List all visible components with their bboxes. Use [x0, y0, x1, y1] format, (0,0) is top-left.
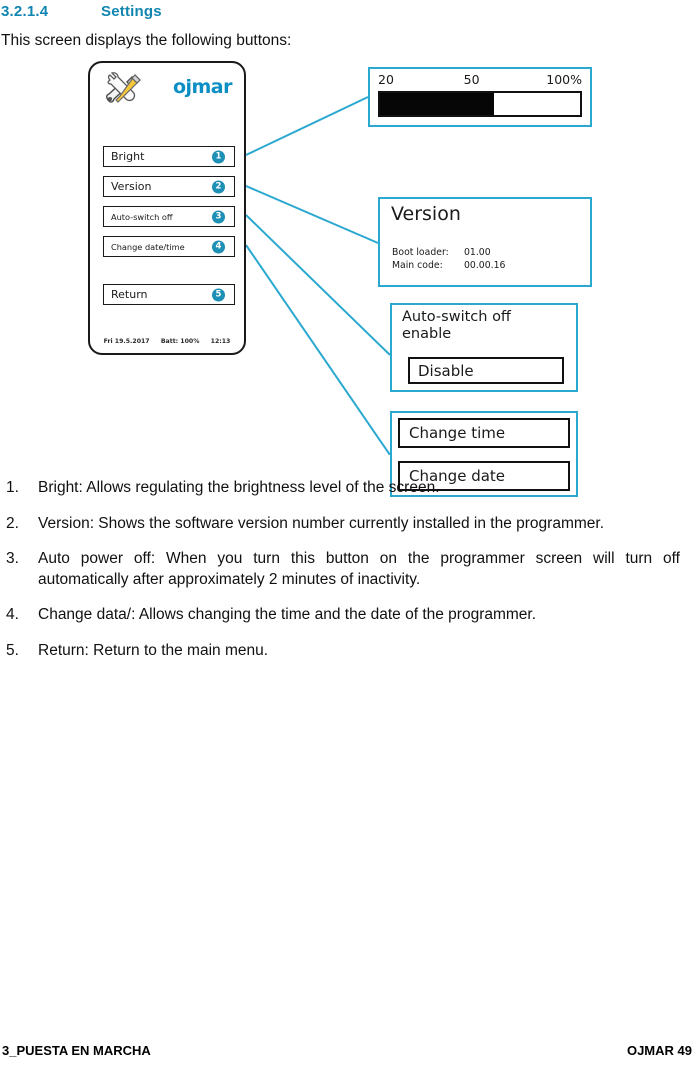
- list-item-text: Bright: Allows regulating the brightness…: [38, 479, 440, 496]
- list-item: 1. Bright: Allows regulating the brightn…: [0, 478, 680, 499]
- footer-left-label: 3_PUESTA EN MARCHA: [2, 1043, 151, 1058]
- device-menu-label: Bright: [111, 150, 145, 163]
- brightness-label-mid: 50: [463, 72, 480, 87]
- list-item: 4. Change data/: Allows changing the tim…: [0, 605, 680, 626]
- version-details: Boot loader: 01.00 Main code: 00.00.16: [392, 246, 505, 273]
- callout-panel-auto-switch-off: Auto-switch off enable Disable: [390, 303, 578, 392]
- device-menu-label: Return: [111, 288, 148, 301]
- callout-badge-4: 4: [212, 240, 225, 253]
- device-menu-item-change-date-time[interactable]: Change date/time 4: [103, 236, 235, 257]
- list-item-text: Return: Return to the main menu.: [38, 642, 269, 660]
- version-main-code-row: Main code: 00.00.16: [392, 259, 505, 272]
- version-panel-title: Version: [391, 203, 461, 225]
- version-boot-loader-value: 01.00: [464, 247, 491, 258]
- settings-figure: ojmar Bright 1 Version 2 Auto-switch off…: [0, 55, 696, 497]
- device-menu-item-version[interactable]: Version 2: [103, 176, 235, 197]
- version-boot-loader-key: Boot loader:: [392, 247, 449, 258]
- device-menu-item-return[interactable]: Return 5: [103, 284, 235, 305]
- list-item: 5. Return: Return to the main menu.: [0, 641, 680, 662]
- list-item-number: 1.: [6, 479, 19, 496]
- intro-paragraph: This screen displays the following butto…: [1, 32, 292, 49]
- brightness-slider-fill: [380, 93, 494, 115]
- list-item: 2. Version: Shows the software version n…: [0, 514, 680, 535]
- callout-panel-brightness: 20 50 100%: [368, 67, 592, 127]
- callout-badge-2: 2: [212, 180, 225, 193]
- list-item-number: 4.: [6, 606, 19, 624]
- heading-section-number: 3.2.1.4: [1, 2, 49, 20]
- auto-switch-disable-button[interactable]: Disable: [408, 357, 564, 384]
- status-battery: Batt: 100%: [160, 338, 200, 345]
- list-item-text: Auto power off: When you turn this butto…: [38, 550, 680, 588]
- programmer-device-screen: ojmar Bright 1 Version 2 Auto-switch off…: [88, 61, 246, 355]
- settings-description-list: 1. Bright: Allows regulating the brightn…: [0, 478, 680, 677]
- status-time: 12:13: [210, 338, 231, 345]
- brightness-slider-track[interactable]: [378, 91, 582, 117]
- status-date: Fri 19.5.2017: [103, 338, 150, 345]
- brightness-label-low: 20: [378, 72, 394, 87]
- page-heading: 3.2.1.4 Settings: [0, 0, 696, 22]
- brightness-scale-labels: 20 50 100%: [378, 72, 582, 87]
- device-menu-item-bright[interactable]: Bright 1: [103, 146, 235, 167]
- footer-right-label: OJMAR 49: [626, 1043, 692, 1058]
- callout-panel-version: Version Boot loader: 01.00 Main code: 00…: [378, 197, 592, 287]
- version-main-code-key: Main code:: [392, 260, 443, 272]
- callout-badge-5: 5: [212, 288, 225, 301]
- version-boot-loader-row: Boot loader: 01.00: [392, 246, 505, 259]
- page-footer: 3_PUESTA EN MARCHA OJMAR 49: [0, 1043, 694, 1058]
- brightness-label-high: 100%: [546, 72, 582, 87]
- tools-wrench-screwdriver-icon: [106, 72, 141, 103]
- device-menu-label: Change date/time: [111, 241, 185, 252]
- list-item: 3. Auto power off: When you turn this bu…: [0, 549, 680, 590]
- list-item-text: Version: Shows the software version numb…: [38, 514, 605, 532]
- heading-title: Settings: [101, 2, 162, 20]
- device-menu-list: Bright 1 Version 2 Auto-switch off 3 Cha…: [103, 146, 235, 314]
- change-time-button[interactable]: Change time: [398, 418, 570, 448]
- callout-badge-1: 1: [212, 150, 225, 163]
- device-menu-label: Auto-switch off: [111, 211, 173, 222]
- list-item-text: Change data/: Allows changing the time a…: [38, 606, 537, 624]
- device-menu-item-auto-switch-off[interactable]: Auto-switch off 3: [103, 206, 235, 227]
- list-item-number: 2.: [6, 514, 19, 532]
- auto-switch-panel-title: Auto-switch off enable: [402, 309, 511, 343]
- device-header: ojmar: [90, 65, 244, 109]
- list-item-number: 5.: [6, 642, 19, 660]
- ojmar-brand-logo: ojmar: [172, 76, 233, 98]
- callout-badge-3: 3: [212, 210, 225, 223]
- version-main-code-value: 00.00.16: [464, 260, 506, 272]
- list-item-number: 3.: [6, 550, 19, 568]
- device-menu-label: Version: [111, 180, 152, 193]
- device-status-bar: Fri 19.5.2017 Batt: 100% 12:13: [90, 338, 244, 345]
